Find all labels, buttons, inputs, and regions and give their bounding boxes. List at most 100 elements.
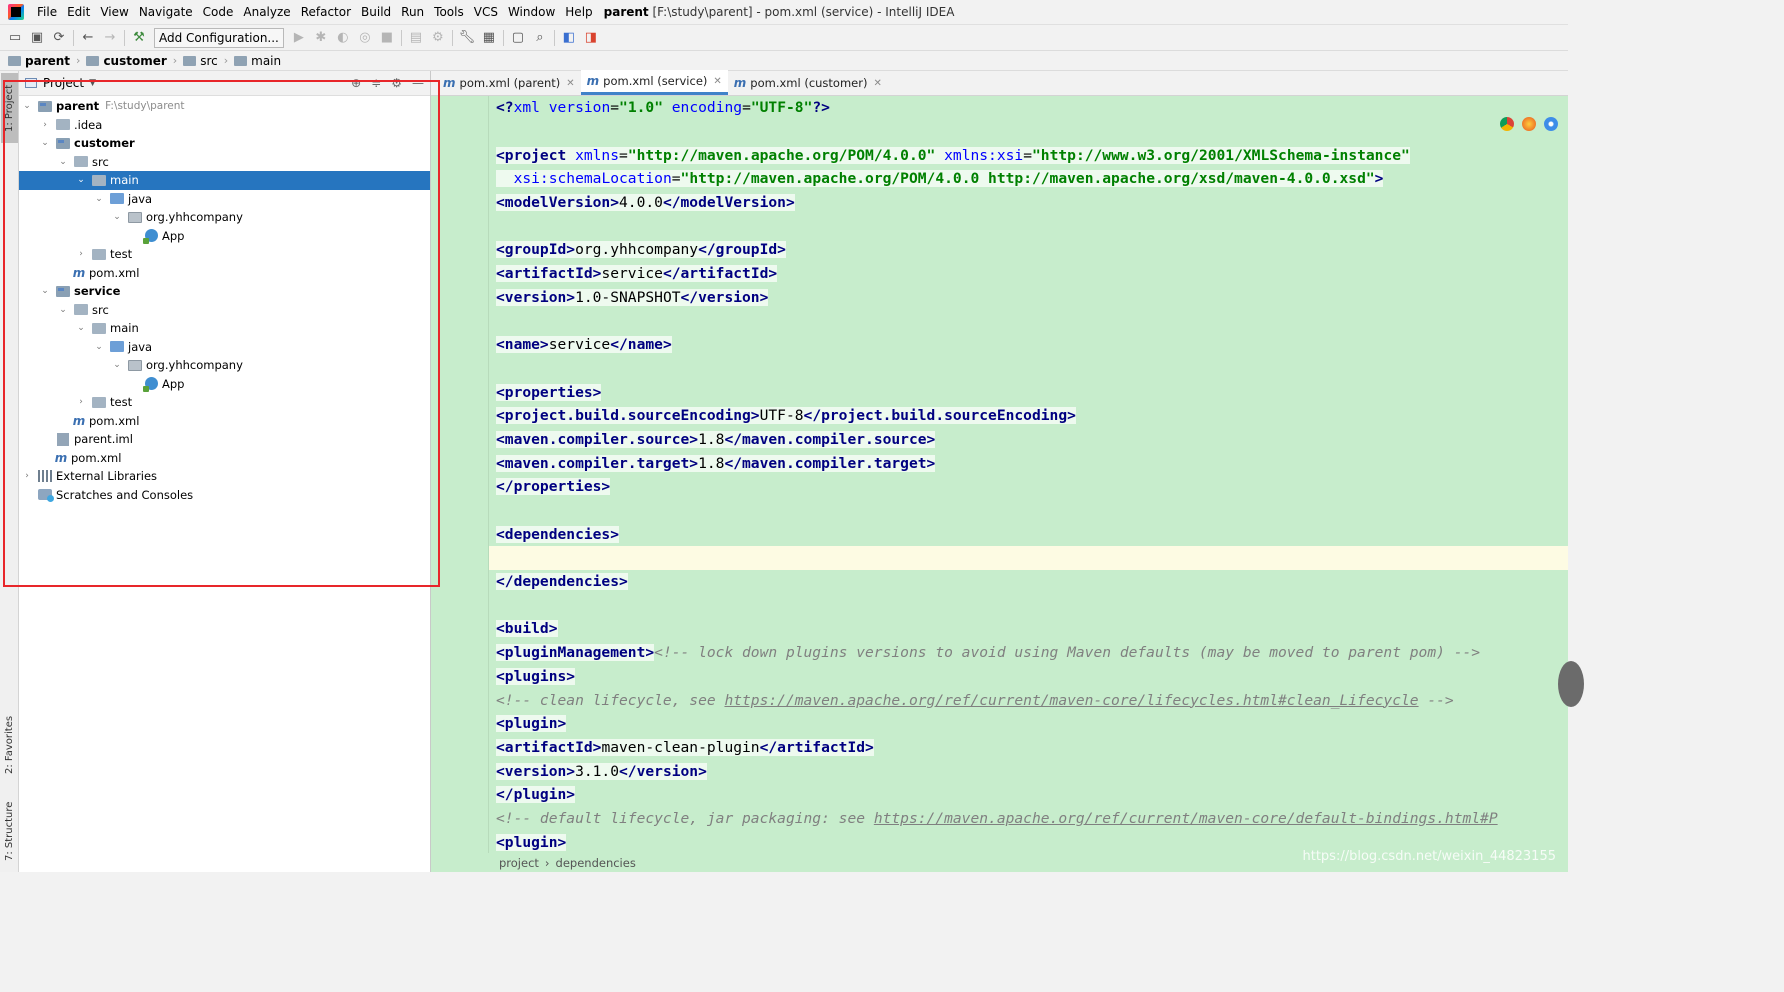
tree-node-main[interactable]: ⌄ main [19,319,430,338]
tool-tab-project[interactable]: 1: Project [1,73,18,143]
tree-node-pom[interactable]: m pom.xml [19,264,430,283]
sync-icon[interactable]: ⟳ [48,27,70,49]
search-icon[interactable]: ⌕ [529,27,551,49]
chevron-down-icon[interactable]: ⌄ [75,323,87,333]
add-configuration-button[interactable]: Add Configuration... [154,27,284,48]
debug-icon[interactable]: ✱ [310,27,332,49]
chevron-down-icon[interactable]: ⌄ [93,194,105,204]
editor-breadcrumb-project[interactable]: project [499,856,539,870]
tool-tab-structure[interactable]: 7: Structure [1,791,18,871]
chevron-right-icon[interactable]: › [75,397,87,407]
project-structure-icon[interactable]: ▦ [478,27,500,49]
tree-node-external-libraries[interactable]: › External Libraries [19,467,430,486]
menu-navigate[interactable]: Navigate [134,0,198,25]
run-icon[interactable]: ▶ [288,27,310,49]
chevron-down-icon[interactable]: ⌄ [57,157,69,167]
chevron-down-icon[interactable]: ⌄ [93,342,105,352]
code-line: 11 <name>service</name> [496,336,672,354]
collapse-all-icon[interactable]: ≑ [371,76,381,90]
menu-edit[interactable]: Edit [62,0,95,25]
menu-vcs[interactable]: VCS [469,0,503,25]
chevron-down-icon[interactable]: ⌄ [75,175,87,185]
editor: m pom.xml (parent) ✕ m pom.xml (service)… [431,70,1584,872]
menu-run[interactable]: Run [396,0,429,25]
menu-code[interactable]: Code [198,0,239,25]
chevron-right-icon: › [223,54,229,67]
project-view-selector[interactable]: Project [43,76,84,90]
tree-node-app[interactable]: App [19,375,430,394]
tab-pom-service[interactable]: m pom.xml (service) ✕ [580,70,728,95]
tree-node-main-selected[interactable]: ⌄ main [19,171,430,190]
scratches-icon [38,489,54,503]
translate-icon[interactable]: ◧ [558,27,580,49]
chevron-right-icon[interactable]: › [39,120,51,130]
chevron-down-icon[interactable]: ⌄ [111,212,123,222]
menu-refactor[interactable]: Refactor [296,0,356,25]
tree-node-customer[interactable]: ⌄ customer [19,134,430,153]
code-link[interactable]: https://maven.apache.org/ref/current/mav… [724,692,1418,709]
menu-tools[interactable]: Tools [429,0,469,25]
minimize-icon[interactable]: — [412,76,424,90]
tree-node-idea[interactable]: › .idea [19,116,430,135]
chevron-down-icon[interactable]: ⌄ [39,286,51,296]
close-icon[interactable]: ✕ [873,78,881,89]
breadcrumb-item-parent[interactable]: parent [8,54,70,68]
tab-pom-customer[interactable]: m pom.xml (customer) ✕ [728,71,888,95]
code-area[interactable]: 1<?xml version="1.0" encoding="UTF-8"?> … [489,96,1568,853]
tab-pom-parent[interactable]: m pom.xml (parent) ✕ [437,71,581,95]
tree-node-src[interactable]: ⌄ src [19,301,430,320]
close-icon[interactable]: ✕ [713,76,721,87]
gear-icon[interactable]: ⚙ [391,76,402,90]
terminal-icon[interactable]: ▢ [507,27,529,49]
chevron-down-icon[interactable]: ⌄ [39,138,51,148]
tree-node-scratches[interactable]: Scratches and Consoles [19,486,430,505]
back-arrow-icon[interactable]: ← [77,27,99,49]
chevron-down-icon[interactable]: ⌄ [57,305,69,315]
tree-node-package[interactable]: ⌄ org.yhhcompany [19,208,430,227]
menu-help[interactable]: Help [560,0,597,25]
tree-node-package[interactable]: ⌄ org.yhhcompany [19,356,430,375]
scrollbar-handle[interactable] [1558,661,1584,707]
tree-node-java[interactable]: ⌄ java [19,338,430,357]
menu-analyze[interactable]: Analyze [238,0,295,25]
update-icon[interactable]: ▤ [405,27,427,49]
editor-breadcrumb-dependencies[interactable]: dependencies [556,856,636,870]
tree-node-src[interactable]: ⌄ src [19,153,430,172]
translate-alt-icon[interactable]: ◨ [580,27,602,49]
chevron-down-icon[interactable]: ⌄ [21,101,33,111]
breadcrumb-item-src[interactable]: src [183,54,218,68]
code-link[interactable]: https://maven.apache.org/ref/current/mav… [874,810,1498,827]
chevron-right-icon[interactable]: › [21,471,33,481]
stop-icon[interactable]: ■ [376,27,398,49]
attach-icon[interactable]: ⚙ [427,27,449,49]
tree-node-java[interactable]: ⌄ java [19,190,430,209]
wrench-settings-icon[interactable]: 🔧︎ [456,27,478,49]
locate-target-icon[interactable]: ⊕ [351,76,361,90]
chevron-down-icon[interactable]: ▼ [89,78,96,88]
breadcrumb-item-main[interactable]: main [234,54,281,68]
close-icon[interactable]: ✕ [566,78,574,89]
menu-file[interactable]: File [32,0,62,25]
breadcrumb-item-customer[interactable]: customer [86,54,167,68]
chevron-right-icon[interactable]: › [75,249,87,259]
tree-node-pom[interactable]: m pom.xml [19,412,430,431]
open-folder-icon[interactable]: ▭ [4,27,26,49]
menu-view[interactable]: View [95,0,133,25]
chevron-down-icon[interactable]: ⌄ [111,360,123,370]
menu-build[interactable]: Build [356,0,396,25]
save-icon[interactable]: ▣ [26,27,48,49]
tree-node-test[interactable]: › test [19,245,430,264]
build-hammer-icon[interactable]: ⚒ [128,27,150,49]
forward-arrow-icon[interactable]: → [99,27,121,49]
profile-icon[interactable]: ◎ [354,27,376,49]
coverage-icon[interactable]: ◐ [332,27,354,49]
tree-node-test[interactable]: › test [19,393,430,412]
menu-window[interactable]: Window [503,0,560,25]
tree-node-parent[interactable]: ⌄ parent F:\study\parent [19,97,430,116]
tree-node-parent-iml[interactable]: parent.iml [19,430,430,449]
left-tool-stripe: 1: Project 2: Favorites 7: Structure [0,71,19,872]
tool-tab-favorites[interactable]: 2: Favorites [1,707,18,783]
tree-node-service[interactable]: ⌄ service [19,282,430,301]
tree-node-app[interactable]: App [19,227,430,246]
tree-node-root-pom[interactable]: m pom.xml [19,449,430,468]
